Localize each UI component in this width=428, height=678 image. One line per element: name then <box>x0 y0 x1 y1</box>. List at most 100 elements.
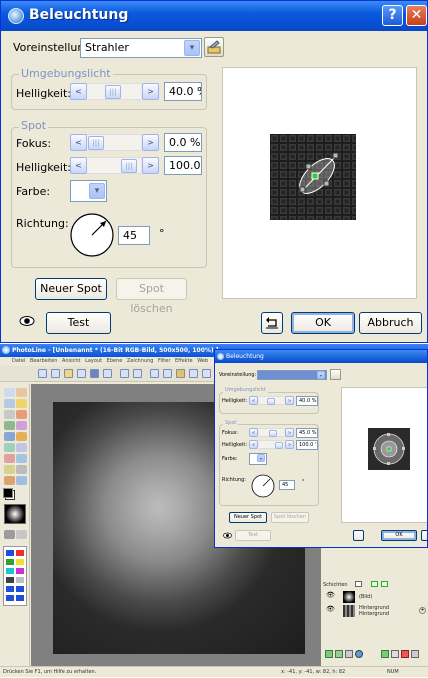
focus-decrease-button[interactable]: < <box>70 134 87 151</box>
focus-field[interactable]: 0.0 % <box>164 133 202 152</box>
layer-option-icon[interactable] <box>371 581 378 587</box>
menu-item[interactable]: Filter <box>158 358 170 364</box>
test-button[interactable]: Test <box>235 530 271 541</box>
line-tool-icon[interactable] <box>16 454 27 463</box>
menu-item[interactable]: Web <box>197 358 208 364</box>
focus-increase-button[interactable]: > <box>142 134 159 151</box>
layers-icon[interactable] <box>202 369 211 378</box>
mask-icon[interactable] <box>16 530 27 539</box>
help-button[interactable]: ? <box>382 5 403 26</box>
save-preset-button[interactable] <box>330 369 341 380</box>
ambient-slider-track[interactable] <box>259 396 284 405</box>
eyedropper-tool-icon[interactable] <box>16 465 27 474</box>
undo-icon[interactable] <box>120 369 129 378</box>
text-tool-icon[interactable] <box>4 410 15 419</box>
crop-tool-icon[interactable] <box>16 410 27 419</box>
direction-dial[interactable] <box>69 212 115 258</box>
spot-brightness-decrease-button[interactable]: < <box>70 157 87 174</box>
menu-item[interactable]: Bearbeiten <box>30 358 57 364</box>
new-layer-icon[interactable] <box>325 650 333 658</box>
delete-layer-icon[interactable] <box>401 650 409 658</box>
lasso-tool-icon[interactable] <box>16 399 27 408</box>
cancel-button[interactable] <box>421 530 427 541</box>
preview-image[interactable] <box>270 134 356 220</box>
color-picker[interactable]: ▾ <box>70 180 107 202</box>
focus-decrease-button[interactable]: < <box>249 428 258 437</box>
menu-item[interactable]: Ansicht <box>62 358 80 364</box>
spot-brightness-slider-track[interactable] <box>259 440 284 449</box>
ambient-slider-track[interactable]: ||| <box>87 83 141 100</box>
cut-icon[interactable] <box>150 369 159 378</box>
scan-icon[interactable] <box>77 369 86 378</box>
save-preset-button[interactable] <box>204 37 224 57</box>
new-spot-button[interactable]: Neuer Spot <box>229 512 267 523</box>
close-button[interactable]: ✕ <box>406 5 427 26</box>
spot-brightness-increase-button[interactable]: > <box>142 157 159 174</box>
ambient-brightness-field[interactable]: 40.0 % <box>164 82 202 101</box>
brush-preview[interactable] <box>4 504 26 524</box>
mode-icon[interactable] <box>4 530 15 539</box>
spot-brightness-field[interactable]: 100.0 ' <box>296 440 318 450</box>
gradient-tool-icon[interactable] <box>16 432 27 441</box>
color-palette[interactable] <box>3 546 27 606</box>
cancel-button[interactable]: Abbruch <box>359 312 422 334</box>
foreground-color-swatch[interactable] <box>3 488 13 498</box>
add-layer-icon[interactable]: + <box>419 607 426 614</box>
layer-option-icon[interactable] <box>355 581 362 587</box>
pen-tool-icon[interactable] <box>16 421 27 430</box>
direction-dial[interactable] <box>251 474 275 498</box>
ambient-decrease-button[interactable]: < <box>249 396 258 405</box>
reset-button[interactable] <box>261 312 283 334</box>
layer-group-icon[interactable] <box>391 650 399 658</box>
duplicate-layer-icon[interactable] <box>335 650 343 658</box>
layers-tab[interactable]: Schichten <box>323 582 348 588</box>
focus-slider-thumb[interactable] <box>269 430 277 437</box>
open-file-icon[interactable] <box>51 369 60 378</box>
smudge-tool-icon[interactable] <box>4 465 15 474</box>
copy-icon[interactable] <box>163 369 172 378</box>
image-icon[interactable] <box>189 369 198 378</box>
layer-props-icon[interactable] <box>345 650 353 658</box>
redo-icon[interactable] <box>133 369 142 378</box>
new-file-icon[interactable] <box>38 369 47 378</box>
preview-image[interactable] <box>368 428 410 470</box>
menu-item[interactable]: Datei <box>12 358 25 364</box>
shape-tool-icon[interactable] <box>4 454 15 463</box>
menu-item[interactable]: Ebene <box>107 358 123 364</box>
move-tool-icon[interactable] <box>4 388 15 397</box>
layer-menu-icon[interactable] <box>411 650 419 658</box>
ambient-increase-button[interactable]: > <box>142 83 159 100</box>
delete-spot-button[interactable]: Spot löschen <box>271 512 309 523</box>
direction-field[interactable]: 45 <box>118 226 150 245</box>
save-icon[interactable] <box>90 369 99 378</box>
brush-tool-icon[interactable] <box>4 421 15 430</box>
spot-brightness-field[interactable]: 100.0 ' <box>164 156 202 175</box>
ambient-slider-thumb[interactable]: ||| <box>105 85 121 99</box>
focus-slider-thumb[interactable]: ||| <box>88 136 104 150</box>
direction-field[interactable]: 45 <box>279 480 295 490</box>
fill-tool-icon[interactable] <box>4 432 15 441</box>
dialog-titlebar[interactable]: Beleuchtung ? ✕ <box>1 1 427 31</box>
color-picker[interactable]: ▾ <box>249 453 267 465</box>
preset-select[interactable]: Strahler ▾ <box>80 38 202 58</box>
preset-select[interactable]: ▾ <box>257 370 327 380</box>
spot-brightness-slider-thumb[interactable]: ||| <box>121 159 137 173</box>
focus-increase-button[interactable]: > <box>285 428 294 437</box>
spot-brightness-slider-thumb[interactable] <box>275 442 283 449</box>
eye-icon[interactable]: 👁 <box>326 606 335 613</box>
spot-brightness-increase-button[interactable]: > <box>285 440 294 449</box>
menu-item[interactable]: Layout <box>85 358 102 364</box>
preview-panel[interactable] <box>341 387 427 523</box>
menu-item[interactable]: Effekte <box>175 358 193 364</box>
measure-tool-icon[interactable] <box>16 476 27 485</box>
clone-tool-icon[interactable] <box>16 443 27 452</box>
ok-button[interactable]: OK <box>291 312 355 334</box>
preview-panel[interactable] <box>222 67 417 299</box>
spot-brightness-decrease-button[interactable]: < <box>249 440 258 449</box>
eraser-tool-icon[interactable] <box>4 443 15 452</box>
layer-row[interactable]: 👁 (Bild) <box>323 590 427 604</box>
new-spot-button[interactable]: Neuer Spot <box>35 278 107 300</box>
ambient-slider-thumb[interactable] <box>267 398 275 405</box>
layer-effects-icon[interactable] <box>355 650 363 658</box>
focus-field[interactable]: 45.0 % <box>296 428 318 438</box>
